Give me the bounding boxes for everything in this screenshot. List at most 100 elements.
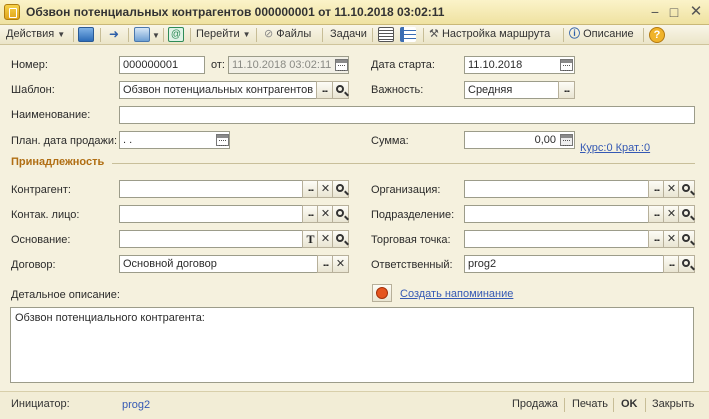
alarm-clock-icon (376, 287, 388, 299)
actions-label: Действия (6, 28, 55, 40)
print-button[interactable]: Печать (572, 398, 608, 410)
responsible-label: Ответственный: (371, 259, 453, 271)
section-title: Принадлежность (11, 156, 105, 168)
template-label: Шаблон: (11, 84, 55, 96)
division-search-button[interactable] (678, 205, 695, 223)
importance-select-button[interactable]: ... (558, 81, 575, 99)
copy-document-icon[interactable] (134, 27, 150, 42)
sale-button[interactable]: Продажа (512, 398, 558, 410)
responsible-field[interactable]: prog2 ... (464, 255, 695, 273)
structure-icon[interactable]: @ (168, 27, 184, 42)
footer-divider (564, 398, 565, 412)
contract-clear-button[interactable]: ✕ (332, 255, 349, 273)
toolbar-divider (163, 28, 164, 42)
start-date-field[interactable]: 11.10.2018 (464, 56, 575, 74)
route-settings-label: Настройка маршрута (441, 28, 551, 40)
from-label: от: (211, 59, 225, 71)
counterparty-field[interactable]: ... ✕ (119, 180, 349, 198)
number-value: 000000001 (123, 59, 179, 71)
sum-field[interactable]: 0,00 (464, 131, 575, 149)
counterparty-search-button[interactable] (332, 180, 349, 198)
outlet-label: Торговая точка: (371, 234, 451, 246)
tasks-button[interactable]: Задачи (330, 26, 367, 43)
maximize-button[interactable]: □ (664, 3, 684, 21)
template-select-button[interactable]: ... (316, 81, 333, 99)
exchange-rate-link[interactable]: Курс:0 Крат.:0 (580, 142, 650, 154)
chevron-down-icon[interactable]: ▼ (152, 31, 160, 40)
name-label: Наименование: (11, 109, 91, 121)
calendar-icon[interactable] (216, 134, 229, 146)
goto-label: Перейти (196, 28, 240, 40)
organization-search-button[interactable] (678, 180, 695, 198)
help-icon[interactable]: ? (649, 27, 665, 43)
details-textarea[interactable]: Обзвон потенциального контрагента: (10, 307, 694, 383)
files-button[interactable]: ⊘ Файлы (264, 26, 311, 43)
initiator-value[interactable]: prog2 (122, 399, 150, 411)
template-search-button[interactable] (332, 81, 349, 99)
reminder-button[interactable] (372, 284, 392, 302)
contact-search-button[interactable] (332, 205, 349, 223)
number-label: Номер: (11, 59, 48, 71)
template-field[interactable]: Обзвон потенциальных контрагентов ... (119, 81, 349, 99)
close-button[interactable]: Закрыть (652, 398, 694, 410)
counterparty-label: Контрагент: (11, 184, 71, 196)
contact-field[interactable]: ... ✕ (119, 205, 349, 223)
from-date-value: 11.10.2018 03:02:11 (232, 59, 332, 71)
basis-field[interactable]: T ✕ (119, 230, 349, 248)
basis-label: Основание: (11, 234, 71, 246)
magnifier-icon (336, 184, 344, 192)
organization-label: Организация: (371, 184, 441, 196)
template-value: Обзвон потенциальных контрагентов (123, 84, 314, 96)
list-view-icon[interactable] (378, 27, 394, 42)
magnifier-icon (682, 234, 690, 242)
importance-label: Важность: (371, 84, 424, 96)
contract-field[interactable]: Основной договор ... ✕ (119, 255, 349, 273)
magnifier-icon (682, 209, 690, 217)
create-reminder-link[interactable]: Создать напоминание (400, 288, 513, 300)
footer-divider (645, 398, 646, 412)
ok-button[interactable]: OK (621, 398, 638, 410)
initiator-label: Инициатор: (11, 398, 70, 410)
chevron-down-icon: ▼ (57, 30, 66, 39)
outlet-search-button[interactable] (678, 230, 695, 248)
responsible-search-button[interactable] (678, 255, 695, 273)
sum-label: Сумма: (371, 135, 409, 147)
description-label: Описание (583, 28, 634, 40)
number-field[interactable]: 000000001 (119, 56, 205, 74)
organization-field[interactable]: ... ✕ (464, 180, 695, 198)
details-label: Детальное описание: (11, 289, 120, 301)
name-field[interactable] (119, 106, 695, 124)
contract-value: Основной договор (123, 258, 217, 270)
responsible-value: prog2 (468, 258, 497, 270)
files-label: Файлы (276, 28, 312, 40)
checklist-icon[interactable] (400, 27, 416, 42)
close-window-button[interactable]: ✕ (686, 3, 706, 21)
plan-date-field[interactable]: . . (119, 131, 230, 149)
title-bar[interactable]: Обзвон потенциальных контрагентов 000000… (0, 0, 709, 25)
magnifier-icon (336, 85, 344, 93)
calendar-icon[interactable] (560, 59, 573, 71)
tools-icon: ⚒ (429, 28, 439, 40)
route-settings-button[interactable]: ⚒ Настройка маршрута (429, 26, 550, 43)
calculator-icon[interactable] (560, 134, 573, 146)
info-icon: ⓘ (569, 28, 580, 40)
toolbar-divider (73, 28, 74, 42)
from-date-field: 11.10.2018 03:02:11 (228, 56, 349, 74)
outlet-field[interactable]: ... ✕ (464, 230, 695, 248)
basis-search-button[interactable] (332, 230, 349, 248)
start-date-value: 11.10.2018 (468, 59, 523, 71)
division-field[interactable]: ... ✕ (464, 205, 695, 223)
magnifier-icon (336, 234, 344, 242)
magnifier-icon (682, 184, 690, 192)
post-arrow-icon[interactable]: ➜ (106, 27, 122, 42)
toolbar-divider (190, 28, 191, 42)
minimize-button[interactable]: − (645, 3, 665, 21)
footer-divider (613, 398, 614, 412)
description-button[interactable]: ⓘ Описание (569, 26, 634, 43)
goto-menu-button[interactable]: Перейти ▼ (196, 26, 251, 43)
actions-menu-button[interactable]: Действия ▼ (6, 26, 65, 43)
importance-field[interactable]: Средняя ... (464, 81, 575, 99)
save-icon[interactable] (78, 27, 94, 42)
contract-label: Договор: (11, 259, 56, 271)
bottom-bar: Инициатор: Продажа Печать OK Закрыть (0, 391, 709, 419)
